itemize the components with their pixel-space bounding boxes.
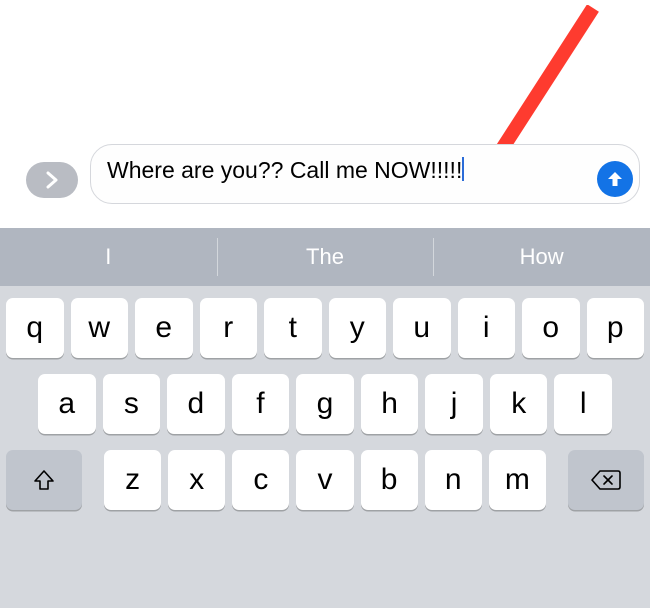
key-d[interactable]: d	[167, 374, 225, 434]
prediction-3[interactable]: How	[433, 228, 650, 286]
key-b[interactable]: b	[361, 450, 418, 510]
backspace-key[interactable]	[568, 450, 644, 510]
prediction-bar: I The How	[0, 228, 650, 286]
key-row-2: a s d f g h j k l	[6, 374, 644, 434]
text-cursor	[462, 157, 464, 181]
key-i[interactable]: i	[458, 298, 516, 358]
key-row-1: q w e r t y u i o p	[6, 298, 644, 358]
arrow-up-icon	[605, 169, 625, 189]
key-k[interactable]: k	[490, 374, 548, 434]
key-u[interactable]: u	[393, 298, 451, 358]
message-input[interactable]: Where are you?? Call me NOW!!!!!	[90, 144, 640, 204]
prediction-2[interactable]: The	[217, 228, 434, 286]
key-z[interactable]: z	[104, 450, 161, 510]
key-e[interactable]: e	[135, 298, 193, 358]
key-q[interactable]: q	[6, 298, 64, 358]
ios-keyboard: I The How q w e r t y u i o p a s d f g …	[0, 228, 650, 608]
key-t[interactable]: t	[264, 298, 322, 358]
key-a[interactable]: a	[38, 374, 96, 434]
prediction-1[interactable]: I	[0, 228, 217, 286]
key-c[interactable]: c	[232, 450, 289, 510]
key-y[interactable]: y	[329, 298, 387, 358]
key-row-3: z x c v b n m	[6, 450, 644, 510]
shift-key[interactable]	[6, 450, 82, 510]
backspace-icon	[591, 469, 621, 491]
key-f[interactable]: f	[232, 374, 290, 434]
key-o[interactable]: o	[522, 298, 580, 358]
key-r[interactable]: r	[200, 298, 258, 358]
message-text: Where are you?? Call me NOW!!!!!	[107, 157, 462, 183]
key-n[interactable]: n	[425, 450, 482, 510]
chevron-right-icon	[45, 171, 59, 189]
shift-icon	[32, 468, 56, 492]
key-g[interactable]: g	[296, 374, 354, 434]
key-v[interactable]: v	[296, 450, 353, 510]
key-h[interactable]: h	[361, 374, 419, 434]
compose-bar: Where are you?? Call me NOW!!!!!	[0, 144, 650, 204]
key-s[interactable]: s	[103, 374, 161, 434]
expand-apps-button[interactable]	[26, 162, 78, 198]
key-l[interactable]: l	[554, 374, 612, 434]
key-p[interactable]: p	[587, 298, 645, 358]
send-button[interactable]	[597, 161, 633, 197]
key-m[interactable]: m	[489, 450, 546, 510]
key-j[interactable]: j	[425, 374, 483, 434]
key-x[interactable]: x	[168, 450, 225, 510]
key-w[interactable]: w	[71, 298, 129, 358]
